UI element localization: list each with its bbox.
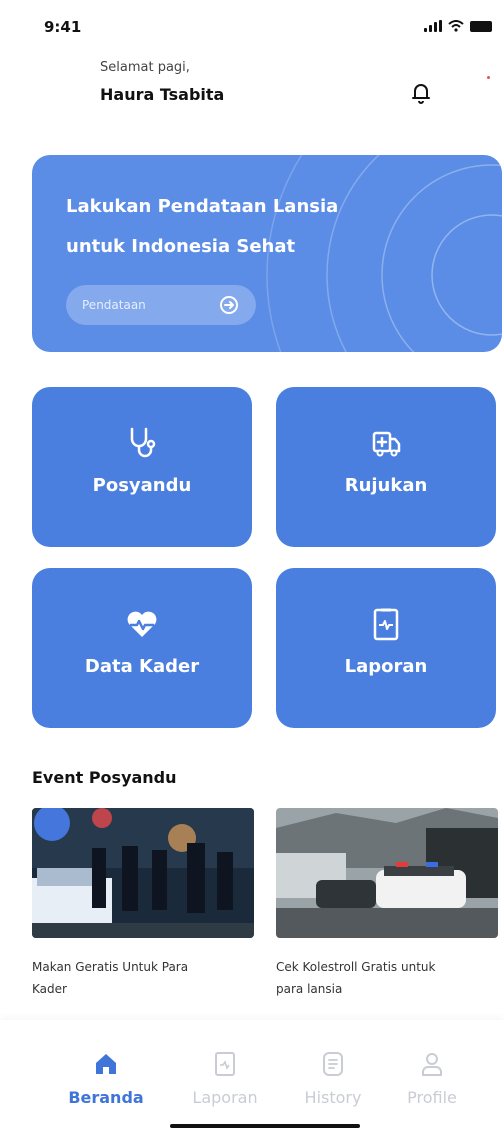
heart-pulse-icon bbox=[127, 611, 157, 637]
event-title-line1: Makan Geratis Untuk Para bbox=[32, 960, 189, 974]
menu-tile-data-kader[interactable]: Data Kader bbox=[32, 568, 252, 728]
nav-label: Profile bbox=[407, 1088, 457, 1107]
report-icon bbox=[215, 1052, 235, 1076]
user-icon bbox=[422, 1053, 442, 1076]
event-image-police-car bbox=[276, 808, 498, 938]
bottom-nav: Beranda Laporan History Profile bbox=[0, 1020, 504, 1130]
home-indicator bbox=[170, 1124, 360, 1128]
event-title-line1: Cek Kolestroll Gratis untuk bbox=[276, 960, 436, 974]
pendataan-button-label: Pendataan bbox=[82, 298, 146, 312]
greeting: Selamat pagi, Haura Tsabita bbox=[100, 60, 224, 104]
ambulance-icon bbox=[372, 431, 401, 457]
hero-banner: Lakukan Pendataan Lansia untuk Indonesia… bbox=[32, 155, 502, 352]
arrow-right-circle-icon bbox=[220, 296, 238, 314]
nav-label: Beranda bbox=[68, 1088, 144, 1107]
menu-tile-posyandu[interactable]: Posyandu bbox=[32, 387, 252, 547]
banner-title-line2: untuk Indonesia Sehat bbox=[66, 236, 296, 257]
home-icon bbox=[96, 1054, 116, 1074]
event-title-line2: para lansia bbox=[276, 982, 343, 996]
event-title: Cek Kolestroll Gratis untuk para lansia bbox=[276, 956, 498, 1000]
banner-title-line1: Lakukan Pendataan Lansia bbox=[66, 196, 339, 217]
event-title: Makan Geratis Untuk Para Kader bbox=[32, 956, 254, 1000]
history-icon bbox=[323, 1052, 343, 1076]
notification-dot bbox=[487, 76, 490, 79]
event-card[interactable]: Cek Kolestroll Gratis untuk para lansia bbox=[276, 808, 498, 1000]
nav-label: Laporan bbox=[192, 1088, 258, 1107]
event-card[interactable]: Makan Geratis Untuk Para Kader bbox=[32, 805, 254, 1000]
signal-icon bbox=[424, 20, 442, 32]
stethoscope-icon bbox=[130, 427, 156, 458]
nav-label: History bbox=[304, 1088, 362, 1107]
section-title-events: Event Posyandu bbox=[32, 768, 177, 787]
status-time: 9:41 bbox=[44, 18, 82, 36]
report-icon bbox=[373, 608, 399, 641]
nav-item-beranda[interactable]: Beranda bbox=[56, 1050, 156, 1107]
menu-tile-label: Posyandu bbox=[92, 475, 192, 496]
menu-tile-label: Data Kader bbox=[84, 656, 200, 677]
wifi-icon bbox=[448, 20, 464, 32]
user-name: Haura Tsabita bbox=[100, 85, 225, 104]
battery-icon bbox=[470, 21, 492, 32]
menu-tile-label: Laporan bbox=[344, 656, 428, 677]
pendataan-button[interactable]: Pendataan bbox=[66, 285, 256, 325]
menu-tile-rujukan[interactable]: Rujukan bbox=[276, 387, 496, 547]
bell-icon[interactable] bbox=[408, 80, 434, 106]
greeting-text: Selamat pagi, bbox=[100, 60, 190, 75]
event-title-line2: Kader bbox=[32, 982, 67, 996]
status-bar: 9:41 bbox=[0, 0, 504, 60]
banner-title: Lakukan Pendataan Lansia untuk Indonesia… bbox=[66, 187, 338, 267]
nav-item-laporan[interactable]: Laporan bbox=[175, 1050, 275, 1107]
menu-tile-laporan[interactable]: Laporan bbox=[276, 568, 496, 728]
nav-item-history[interactable]: History bbox=[283, 1050, 383, 1107]
nav-item-profile[interactable]: Profile bbox=[382, 1050, 482, 1107]
menu-tile-label: Rujukan bbox=[344, 475, 428, 496]
event-image-police-night bbox=[32, 805, 254, 938]
status-icons bbox=[424, 20, 492, 32]
